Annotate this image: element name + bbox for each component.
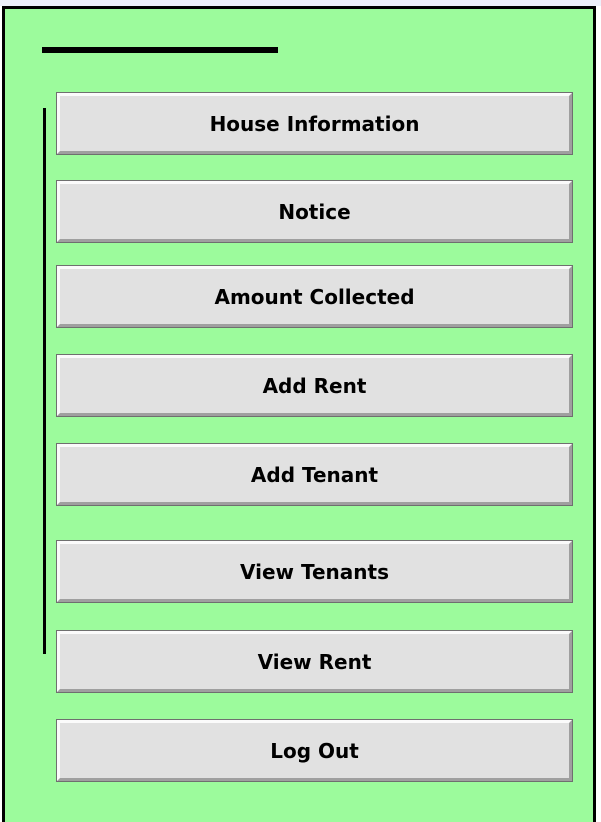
view-rent-button[interactable]: View Rent	[56, 630, 573, 693]
log-out-button[interactable]: Log Out	[56, 719, 573, 782]
notice-button[interactable]: Notice	[56, 180, 573, 243]
horizontal-divider	[42, 47, 278, 53]
house-information-button[interactable]: House Information	[56, 92, 573, 155]
add-tenant-button[interactable]: Add Tenant	[56, 443, 573, 506]
vertical-divider	[43, 108, 46, 654]
view-tenants-button[interactable]: View Tenants	[56, 540, 573, 603]
menu-panel: House Information Notice Amount Collecte…	[2, 6, 596, 822]
amount-collected-button[interactable]: Amount Collected	[56, 265, 573, 328]
add-rent-button[interactable]: Add Rent	[56, 354, 573, 417]
